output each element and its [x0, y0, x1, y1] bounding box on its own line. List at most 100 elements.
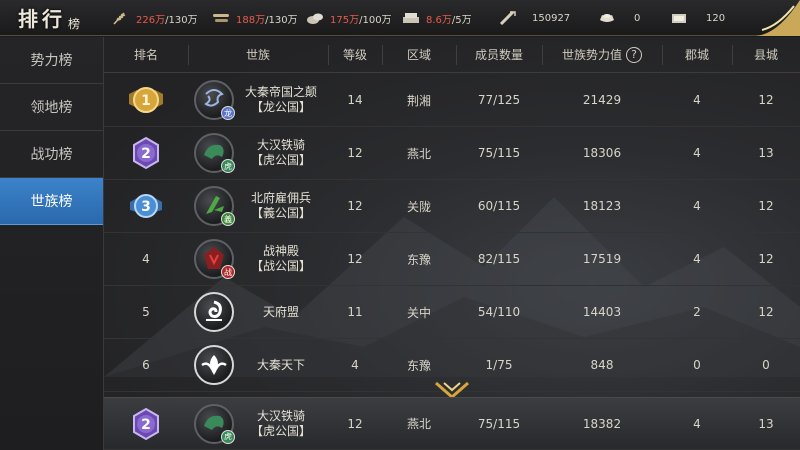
- clan-tag: 義: [221, 212, 235, 226]
- header-divider: [662, 45, 663, 65]
- clan-name-line2: 【義公国】: [250, 206, 311, 220]
- header-divider: [382, 45, 383, 65]
- jun-cell: 4: [693, 252, 701, 266]
- rank-number: 1: [141, 93, 151, 109]
- table-row[interactable]: 1 龙 大秦帝国之颠 【龙公国】 14 荆湘 77/125 21429 4 12: [104, 74, 800, 127]
- rank-cell: 1: [104, 82, 188, 118]
- purple-medal-icon: 2: [133, 407, 159, 440]
- rank-number: 2: [141, 417, 151, 433]
- command-value: 150927: [532, 12, 571, 24]
- members-cell: 54/110: [477, 305, 521, 319]
- dragon-emblem-icon: 龙: [194, 80, 235, 120]
- resource-iron: 8.6万/5万: [402, 0, 472, 36]
- jun-cell: 4: [693, 199, 701, 213]
- clan-name: 战神殿 【战公国】: [234, 244, 328, 274]
- iron-cap: /5万: [451, 14, 472, 26]
- area-cell: 燕北: [406, 417, 431, 431]
- clan-cell: 虎 大汉铁骑 【虎公国】: [188, 133, 328, 173]
- clan-name-line1: 大秦天下: [256, 357, 305, 372]
- gold-icon: [600, 14, 614, 22]
- area-cell: 关中: [406, 305, 431, 320]
- header-clan: 世族: [245, 48, 270, 62]
- rank-cell: 6: [142, 358, 150, 372]
- command-icon: [499, 11, 516, 25]
- sidebar-item-territory[interactable]: 领地榜: [0, 84, 103, 131]
- stone-cap: /100万: [359, 14, 392, 26]
- stone-icon: [307, 13, 323, 24]
- title-sub: 榜: [68, 17, 81, 31]
- clan-name-line1: 战神殿: [262, 244, 299, 258]
- stone-value: 175万: [330, 14, 360, 26]
- silver-value: 120: [706, 12, 726, 24]
- level-cell: 12: [347, 252, 363, 266]
- level-cell: 14: [347, 93, 363, 107]
- header-xian: 县城: [753, 48, 778, 62]
- header-rank: 排名: [133, 48, 158, 62]
- table-row[interactable]: 4 战 战神殿 【战公国】 12 东豫 82/115 17519 4 12: [104, 233, 800, 286]
- xian-cell: 12: [758, 305, 774, 319]
- header-area: 区域: [406, 48, 431, 62]
- jun-cell: 4: [693, 146, 701, 160]
- members-cell: 77/125: [477, 93, 521, 107]
- sidebar: 势力榜 领地榜 战功榜 世族榜: [0, 37, 104, 450]
- sidebar-item-label: 世族榜: [30, 194, 73, 210]
- xian-cell: 12: [758, 199, 774, 213]
- jun-cell: 0: [693, 358, 701, 372]
- clan-name-line1: 北府雇佣兵: [250, 191, 311, 205]
- power-cell: 18382: [582, 416, 622, 431]
- rank-number: 2: [141, 146, 151, 162]
- resource-grain: 226万/130万: [112, 0, 198, 36]
- level-cell: 12: [347, 199, 363, 213]
- header-members: 成员数量: [474, 48, 523, 62]
- jun-cell: 2: [693, 305, 701, 319]
- leaf-emblem-icon: [194, 345, 234, 385]
- clan-name-line2: 【虎公国】: [250, 423, 311, 438]
- xian-cell: 0: [762, 358, 770, 372]
- table-row[interactable]: 2 虎 大汉铁骑 【虎公国】 12 燕北 75/115 18306 4 13: [104, 127, 800, 180]
- rank-cell: 3: [104, 188, 188, 224]
- clan-name: 大汉铁骑 【虎公国】: [234, 409, 328, 439]
- clan-name-line1: 天府盟: [262, 304, 299, 319]
- silver-icon: [672, 14, 686, 23]
- rank-cell: 2: [104, 135, 188, 171]
- sidebar-item-clan[interactable]: 世族榜: [0, 178, 103, 225]
- sidebar-item-power[interactable]: 势力榜: [0, 37, 103, 84]
- purple-medal-icon: 2: [133, 136, 159, 170]
- rank-cell: 4: [142, 252, 150, 266]
- header-level: 等级: [342, 48, 367, 62]
- clan-name: 大秦帝国之颠 【龙公国】: [234, 85, 328, 115]
- clan-tag: 龙: [221, 106, 235, 120]
- area-cell: 东豫: [406, 252, 431, 267]
- clan-tag: 虎: [221, 159, 235, 173]
- clan-cell: 虎 大汉铁骑 【虎公国】: [188, 403, 328, 444]
- level-cell: 12: [347, 146, 363, 160]
- xian-cell: 13: [758, 146, 774, 160]
- top-bar: 排行 榜 226万/130万 188万/130万 175万/100万 8.6万 /…: [0, 0, 800, 36]
- my-clan-row[interactable]: 2 虎 大汉铁骑 【虎公国】 12 燕北 75/115 18382 4 13: [104, 397, 800, 450]
- resource-silver: 120: [670, 0, 725, 36]
- power-cell: 18306: [582, 146, 622, 160]
- clan-cell: 大秦天下: [188, 345, 328, 385]
- iron-value: 8.6万: [426, 14, 452, 26]
- help-icon[interactable]: ?: [626, 46, 642, 63]
- table-row[interactable]: 5 天府盟 11 关中 54/110 14403 2 12: [104, 286, 800, 339]
- blade-emblem-icon: 義: [194, 186, 235, 226]
- table-header: 排名 世族 等级 区域 成员数量 世族势力值? 郡城 县城: [104, 37, 800, 73]
- sidebar-item-merit[interactable]: 战功榜: [0, 131, 103, 178]
- sidebar-item-label: 领地榜: [30, 100, 73, 116]
- wood-value: 188万: [236, 14, 266, 26]
- resource-command: 150927: [498, 0, 570, 36]
- xian-cell: 12: [758, 252, 774, 266]
- resource-wood: 188万/130万: [212, 0, 298, 36]
- iron-icon: [403, 13, 419, 23]
- members-cell: 75/115: [477, 146, 521, 160]
- close-button[interactable]: [748, 0, 800, 36]
- resource-gold: 0: [598, 0, 640, 36]
- header-jun: 郡城: [684, 48, 709, 62]
- tiger-emblem-icon: 虎: [194, 133, 235, 173]
- members-cell: 60/115: [477, 199, 521, 213]
- header-divider: [188, 45, 189, 65]
- area-cell: 燕北: [406, 146, 431, 161]
- table-row[interactable]: 3 義 北府雇佣兵 【義公国】 12 关陇 60/115 18123 4 12: [104, 180, 800, 233]
- gold-value: 0: [634, 12, 641, 24]
